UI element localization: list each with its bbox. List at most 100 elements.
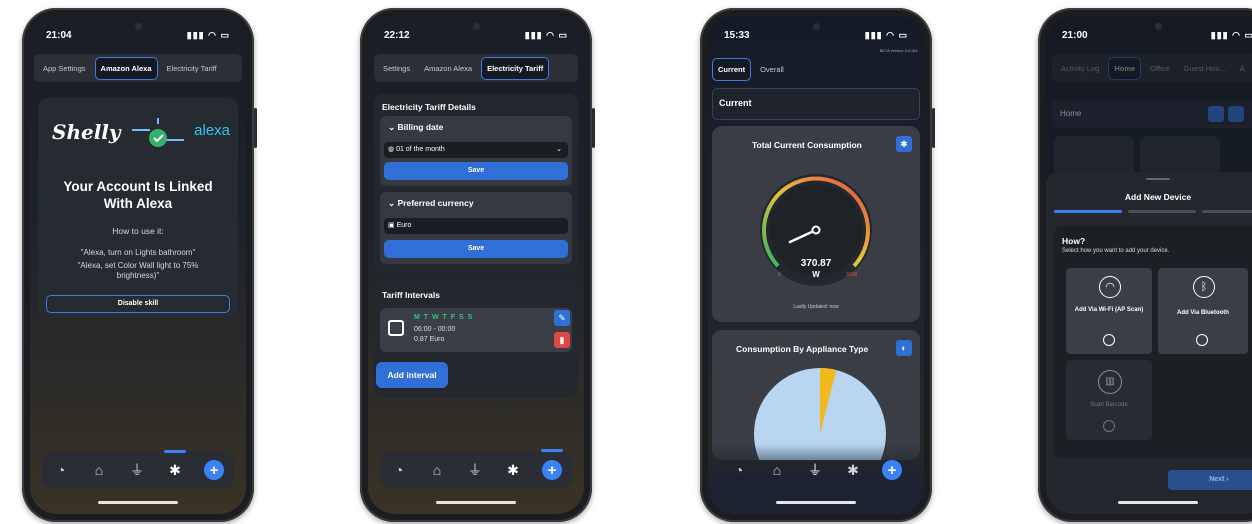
next-button[interactable]: Next › [1168,470,1252,490]
how-panel: How? Select how you want to add your dev… [1054,226,1252,458]
billing-save-button[interactable]: Save [384,162,568,180]
tab-electricity-tariff[interactable]: Electricity Tariff [162,58,222,79]
currency-value: Euro [396,222,412,229]
currency-save-button[interactable]: Save [384,240,568,258]
device-tile-2[interactable] [1140,136,1220,176]
currency-panel: ⌄ Preferred currency ▣ Euro Save [380,192,572,264]
tab-office[interactable]: Office [1145,58,1174,79]
edit-room-icon[interactable] [1228,106,1244,122]
nav-add-icon[interactable]: + [882,460,902,480]
step-progress [1054,210,1252,213]
status-time: 21:04 [46,30,72,41]
appliance-type-card: Consumption By Appliance Type ◐ [712,330,920,460]
bottom-nav: ◔ ⌂ ⏚ ✱ + [42,450,234,488]
home-indicator [436,501,516,504]
nav-settings-icon[interactable]: ✱ [504,461,522,479]
tab-guest-house[interactable]: Guest Hou... [1179,58,1231,79]
how-title: How? [1062,236,1086,246]
tab-amazon-alexa[interactable]: Amazon Alexa [94,56,158,80]
nav-gauge-icon[interactable]: ◔ [52,461,70,479]
option-barcode-label: Scan Barcode [1090,402,1128,408]
tab-app-settings[interactable]: App Settings [38,58,91,79]
total-consumption-title: Total Current Consumption [752,140,862,150]
tab-current[interactable]: Current [712,57,752,81]
room-label: Home [1060,109,1082,118]
signal-wifi-battery-icon: ▮▮▮ ◠ ▭ [524,30,568,40]
add-interval-button[interactable]: Add interval [376,362,448,388]
home-indicator [776,501,856,504]
link-connection-icon [130,116,186,152]
option-barcode[interactable]: ▥ Scan Barcode [1066,360,1152,440]
barcode-icon: ▥ [1098,370,1122,394]
option-wifi-radio[interactable] [1103,334,1115,346]
globe-icon: ◍ [388,146,395,153]
tab-amazon-alexa[interactable]: Amazon Alexa [419,58,477,79]
delete-icon[interactable]: ▮ [554,332,570,348]
nav-add-icon[interactable]: + [204,460,224,480]
gauge-max-label: 3098 [846,272,857,278]
sheet-handle [1146,178,1170,180]
settings-tabs: Settings Amazon Alexa Electricity Tariff [374,54,578,82]
signal-wifi-battery-icon: ▮▮▮ ◠ ▭ [186,30,230,40]
add-room-icon[interactable] [1208,106,1224,122]
nav-plug-icon[interactable]: ⏚ [466,461,484,479]
front-camera [473,23,480,30]
shelly-logo: Shelly [52,120,121,144]
screen: 21:04 ▮▮▮ ◠ ▭ App Settings Amazon Alexa … [30,16,246,514]
tariff-details-title: Electricity Tariff Details [382,102,476,112]
nav-plug-icon[interactable]: ⏚ [806,461,824,479]
option-bluetooth-label: Add Via Bluetooth [1177,310,1229,316]
billing-date-select[interactable]: ◍ 01 of the month ⌄ [384,142,568,158]
settings-icon[interactable]: ✱ [896,136,912,152]
home-indicator [98,501,178,504]
bluetooth-icon: ᛒ [1193,276,1215,298]
chevron-right-icon: › [1226,476,1229,483]
sheet-title: Add New Device [1124,192,1192,202]
tariff-intervals-title: Tariff Intervals [382,290,440,300]
option-bluetooth-radio[interactable] [1196,334,1208,346]
nav-gauge-icon[interactable]: ◔ [390,461,408,479]
step-2 [1128,210,1196,213]
beta-version-text: BETA version 3.0.0b1 [879,48,918,53]
currency-header[interactable]: ⌄ Preferred currency [388,198,474,209]
tab-electricity-tariff[interactable]: Electricity Tariff [481,56,550,80]
status-bar: 21:00 ▮▮▮ ◠ ▭ [1062,30,1252,44]
next-label: Next [1209,476,1225,483]
signal-wifi-battery-icon: ▮▮▮ ◠ ▭ [864,30,908,40]
tab-home[interactable]: Home [1108,56,1142,80]
option-wifi[interactable]: ◠ Add Via Wi-Fi (AP Scan) [1066,268,1152,354]
tab-activity-log[interactable]: Activity Log [1056,58,1104,79]
currency-input[interactable]: ▣ Euro [384,218,568,234]
current-header-title: Current [719,98,752,108]
device-tile-1[interactable] [1054,136,1134,176]
screen: 15:33 ▮▮▮ ◠ ▭ BETA version 3.0.0b1 Curre… [708,16,924,514]
nav-gauge-icon[interactable]: ◔ [730,461,748,479]
interval-price: 0.87 Euro [414,336,445,343]
option-barcode-radio[interactable] [1103,420,1115,432]
edit-icon[interactable]: ✎ [554,310,570,326]
nav-plug-icon[interactable]: ⏚ [128,461,146,479]
disable-skill-button[interactable]: Disable skill [46,295,230,313]
nav-settings-icon[interactable]: ✱ [844,461,862,479]
status-time: 22:12 [384,30,410,41]
front-camera [1155,23,1162,30]
billing-date-header[interactable]: ⌄ Billing date [388,122,443,133]
option-bluetooth[interactable]: ᛒ Add Via Bluetooth [1158,268,1248,354]
tab-more[interactable]: A [1235,58,1250,79]
total-consumption-card: Total Current Consumption ✱ 0 3098 370.8… [712,126,920,322]
nav-home-icon[interactable]: ⌂ [90,461,108,479]
phone-electricity-tariff: 22:12 ▮▮▮ ◠ ▭ Settings Amazon Alexa Elec… [360,8,595,522]
interval-days: M T W T F S S [414,314,474,321]
nav-home-icon[interactable]: ⌂ [428,461,446,479]
chevron-down-icon: ⌄ [388,198,396,208]
nav-settings-icon[interactable]: ✱ [164,450,186,479]
phone-alexa-linked: 21:04 ▮▮▮ ◠ ▭ App Settings Amazon Alexa … [22,8,257,522]
nav-home-icon[interactable]: ⌂ [768,461,786,479]
step-3 [1202,210,1252,213]
tab-overall[interactable]: Overall [755,59,789,80]
nav-add-icon[interactable]: + [541,449,563,480]
room-tabs: Activity Log Home Office Guest Hou... A [1052,54,1252,82]
linked-heading: Your Account Is Linked With Alexa [63,179,213,211]
toggle-icon[interactable]: ◐ [896,340,912,356]
tab-settings[interactable]: Settings [378,58,415,79]
